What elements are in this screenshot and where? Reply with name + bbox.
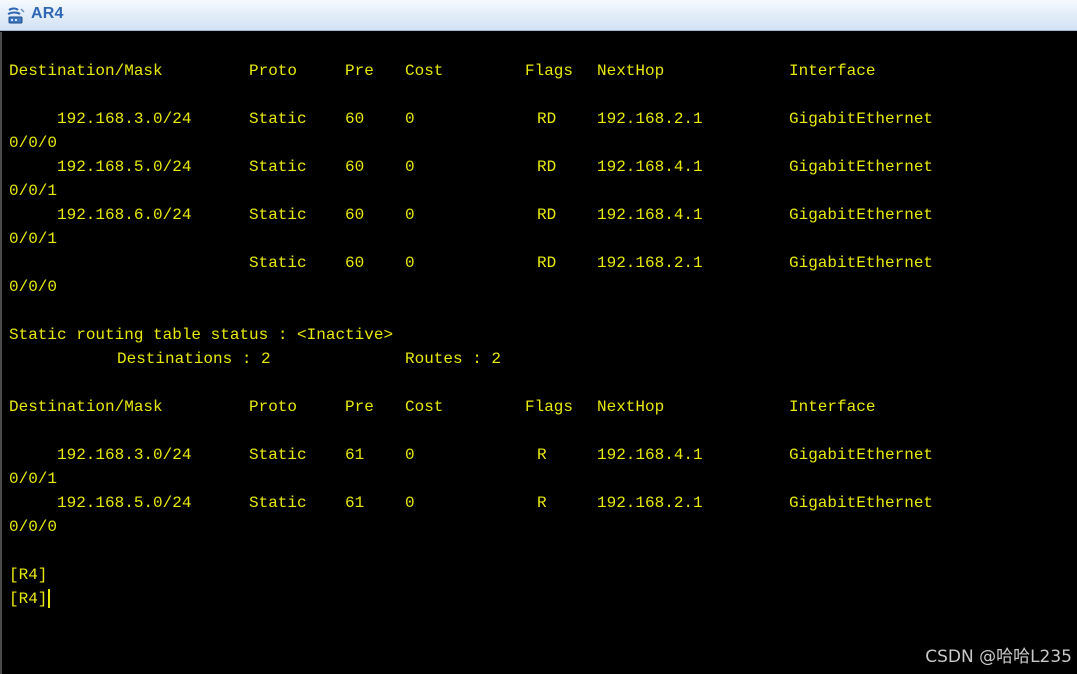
header-cost: Cost bbox=[405, 398, 444, 416]
router-icon bbox=[7, 7, 25, 24]
window-title: AR4 bbox=[31, 5, 64, 22]
table-row: 192.168.5.0/24 Static 61 0 R 192.168.2.1… bbox=[2, 491, 1077, 515]
route-interface: GigabitEthernet bbox=[789, 254, 934, 272]
route-cost: 0 bbox=[405, 254, 415, 272]
header-proto: Proto bbox=[249, 62, 298, 80]
route-flags: R bbox=[537, 446, 547, 464]
interface-continuation: 0/0/1 bbox=[2, 227, 1077, 251]
route-nexthop: 192.168.2.1 bbox=[597, 110, 703, 128]
route-interface-cont: 0/0/0 bbox=[9, 278, 58, 296]
route-pre: 61 bbox=[345, 494, 365, 512]
route-nexthop: 192.168.4.1 bbox=[597, 206, 703, 224]
route-cost: 0 bbox=[405, 206, 415, 224]
route-pre: 60 bbox=[345, 254, 365, 272]
interface-continuation: 0/0/1 bbox=[2, 467, 1077, 491]
interface-continuation: 0/0/0 bbox=[2, 515, 1077, 539]
header-interface: Interface bbox=[789, 398, 876, 416]
route-interface-cont: 0/0/1 bbox=[9, 182, 58, 200]
route-pre: 60 bbox=[345, 158, 365, 176]
header-nexthop: NextHop bbox=[597, 62, 665, 80]
route-cost: 0 bbox=[405, 494, 415, 512]
interface-continuation: 0/0/1 bbox=[2, 179, 1077, 203]
route-flags: RD bbox=[537, 254, 557, 272]
header-flags: Flags bbox=[525, 398, 574, 416]
table-row: Static 60 0 RD 192.168.2.1 GigabitEthern… bbox=[2, 251, 1077, 275]
route-nexthop: 192.168.4.1 bbox=[597, 446, 703, 464]
route-pre: 60 bbox=[345, 110, 365, 128]
route-pre: 61 bbox=[345, 446, 365, 464]
table-row: 192.168.3.0/24 Static 61 0 R 192.168.4.1… bbox=[2, 443, 1077, 467]
route-proto: Static bbox=[249, 158, 307, 176]
route-flags: RD bbox=[537, 110, 557, 128]
route-flags: RD bbox=[537, 158, 557, 176]
table-header: Destination/Mask Proto Pre Cost Flags Ne… bbox=[2, 395, 1077, 419]
cli-prompt: [R4] bbox=[9, 566, 48, 584]
header-nexthop: NextHop bbox=[597, 398, 665, 416]
header-cost: Cost bbox=[405, 62, 444, 80]
route-interface: GigabitEthernet bbox=[789, 158, 934, 176]
route-interface-cont: 0/0/0 bbox=[9, 134, 58, 152]
table-row: 192.168.5.0/24 Static 60 0 RD 192.168.4.… bbox=[2, 155, 1077, 179]
route-proto: Static bbox=[249, 110, 307, 128]
route-flags: RD bbox=[537, 206, 557, 224]
summary-line: Destinations : 2 Routes : 2 bbox=[2, 347, 1077, 371]
status-line: Static routing table status : <Inactive> bbox=[2, 323, 1077, 347]
route-interface-cont: 0/0/0 bbox=[9, 518, 58, 536]
interface-continuation: 0/0/0 bbox=[2, 131, 1077, 155]
console-window: AR4 Destination/Mask Proto Pre Cost Flag… bbox=[0, 0, 1077, 674]
route-interface-cont: 0/0/1 bbox=[9, 470, 58, 488]
route-cost: 0 bbox=[405, 110, 415, 128]
route-cost: 0 bbox=[405, 446, 415, 464]
status-text: Static routing table status : <Inactive> bbox=[9, 326, 394, 344]
cli-prompt: [R4] bbox=[9, 590, 48, 608]
interface-continuation: 0/0/0 bbox=[2, 275, 1077, 299]
cli-prompt-line: [R4] bbox=[2, 563, 1077, 587]
table-row: 192.168.3.0/24 Static 60 0 RD 192.168.2.… bbox=[2, 107, 1077, 131]
route-proto: Static bbox=[249, 446, 307, 464]
route-destination: 192.168.5.0/24 bbox=[57, 158, 192, 176]
route-interface: GigabitEthernet bbox=[789, 494, 934, 512]
header-flags: Flags bbox=[525, 62, 574, 80]
destinations-count: Destinations : 2 bbox=[117, 350, 271, 368]
terminal-output[interactable]: Destination/Mask Proto Pre Cost Flags Ne… bbox=[0, 32, 1077, 674]
route-interface: GigabitEthernet bbox=[789, 206, 934, 224]
table-row: 192.168.6.0/24 Static 60 0 RD 192.168.4.… bbox=[2, 203, 1077, 227]
route-destination: 192.168.6.0/24 bbox=[57, 206, 192, 224]
header-destination: Destination/Mask bbox=[9, 398, 163, 416]
cli-input-line[interactable]: [R4] bbox=[2, 587, 1077, 611]
route-proto: Static bbox=[249, 206, 307, 224]
route-proto: Static bbox=[249, 254, 307, 272]
route-proto: Static bbox=[249, 494, 307, 512]
route-destination: 192.168.3.0/24 bbox=[57, 110, 192, 128]
header-destination: Destination/Mask bbox=[9, 62, 163, 80]
header-interface: Interface bbox=[789, 62, 876, 80]
route-nexthop: 192.168.2.1 bbox=[597, 494, 703, 512]
title-bar[interactable]: AR4 bbox=[0, 0, 1077, 31]
route-interface: GigabitEthernet bbox=[789, 110, 934, 128]
table-header: Destination/Mask Proto Pre Cost Flags Ne… bbox=[2, 59, 1077, 83]
routes-count: Routes : 2 bbox=[405, 350, 502, 368]
route-destination: 192.168.5.0/24 bbox=[57, 494, 192, 512]
route-pre: 60 bbox=[345, 206, 365, 224]
text-cursor bbox=[48, 589, 51, 609]
route-cost: 0 bbox=[405, 158, 415, 176]
header-pre: Pre bbox=[345, 62, 374, 80]
route-destination: 192.168.3.0/24 bbox=[57, 446, 192, 464]
cli-prompt-active[interactable]: [R4] bbox=[9, 587, 51, 611]
header-proto: Proto bbox=[249, 398, 298, 416]
header-pre: Pre bbox=[345, 398, 374, 416]
route-nexthop: 192.168.2.1 bbox=[597, 254, 703, 272]
watermark: CSDN @哈哈L235 bbox=[925, 647, 1072, 667]
route-interface-cont: 0/0/1 bbox=[9, 230, 58, 248]
route-interface: GigabitEthernet bbox=[789, 446, 934, 464]
route-nexthop: 192.168.4.1 bbox=[597, 158, 703, 176]
route-flags: R bbox=[537, 494, 547, 512]
